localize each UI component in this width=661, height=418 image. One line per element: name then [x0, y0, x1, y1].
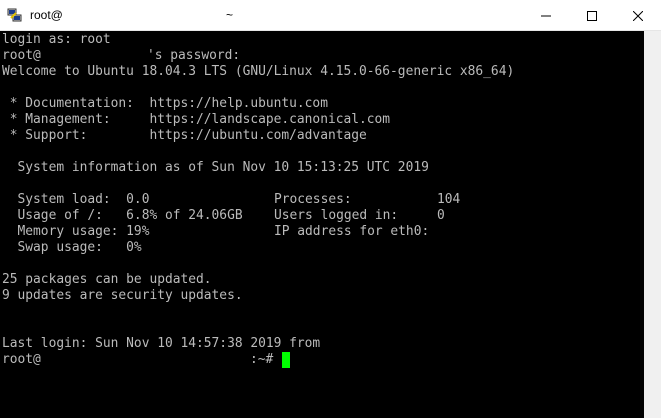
updates-security: 9 updates are security updates. [2, 288, 243, 303]
last-login-line: Last login: Sun Nov 10 14:57:38 2019 fro… [2, 336, 321, 351]
doc-link-line: * Documentation: https://help.ubuntu.com [2, 96, 328, 111]
password-prompt: 's password: [147, 48, 241, 63]
login-line: login as: root [2, 32, 111, 47]
support-link-line: * Support: https://ubuntu.com/advantage [2, 128, 367, 143]
password-user: root@ [2, 48, 41, 63]
maximize-button[interactable] [569, 0, 615, 31]
stat-swap-usage: Swap usage: 0% [2, 240, 142, 255]
maximize-icon [587, 10, 597, 21]
putty-icon[interactable] [7, 7, 23, 23]
terminal-output[interactable]: login as: root root@ 's password: Welcom… [0, 31, 644, 418]
minimize-icon [541, 15, 551, 16]
management-link-line: * Management: https://landscape.canonica… [2, 112, 391, 127]
stat-system-load: System load: 0.0 [2, 192, 150, 207]
prompt-user: root@ [2, 352, 41, 367]
stat-memory-usage: Memory usage: 19% [2, 224, 150, 239]
stat-disk-usage: Usage of /: 6.8% of 24.06GB [2, 208, 243, 223]
stat-users-logged-in: Users logged in: 0 [274, 208, 445, 223]
close-icon [633, 10, 643, 21]
text-cursor [282, 352, 290, 368]
updates-packages: 25 packages can be updated. [2, 272, 212, 287]
close-button[interactable] [615, 0, 661, 31]
prompt-suffix: :~# [250, 352, 274, 367]
minimize-button[interactable] [523, 0, 569, 31]
vertical-scrollbar[interactable] [644, 31, 661, 418]
stat-processes: Processes: 104 [274, 192, 461, 207]
window-title: root@ [30, 8, 63, 22]
sysinfo-header: System information as of Sun Nov 10 15:1… [2, 160, 429, 175]
stat-ip-address: IP address for eth0: [274, 224, 430, 239]
window-title-path: ~ [226, 8, 234, 22]
welcome-line: Welcome to Ubuntu 18.04.3 LTS (GNU/Linux… [2, 64, 515, 79]
putty-window: root@ ~ login as: root root@ 's password… [0, 0, 661, 418]
title-bar[interactable]: root@ ~ [0, 0, 661, 31]
